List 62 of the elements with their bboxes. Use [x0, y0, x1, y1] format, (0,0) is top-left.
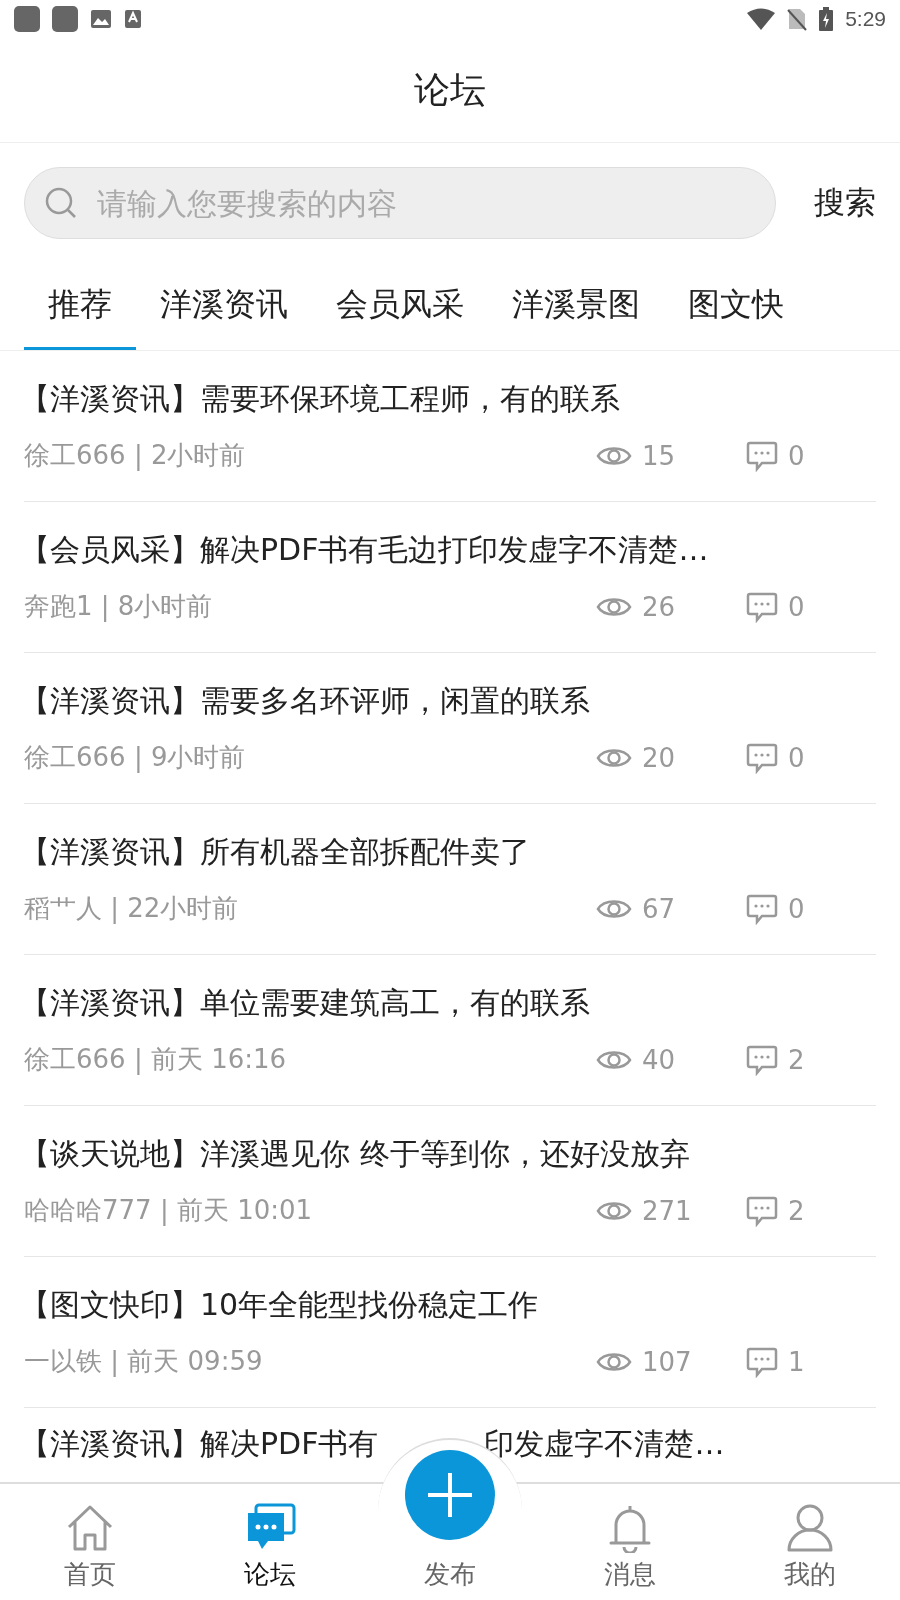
post-meta: 奔跑1 | 8小时前 [24, 590, 214, 624]
comment-count: 2 [788, 1044, 805, 1075]
post-title[interactable]: 【洋溪资讯】解决PDF书有 [20, 1424, 379, 1465]
search-icon [44, 186, 78, 220]
view-count: 107 [642, 1346, 692, 1377]
image-icon [90, 9, 112, 29]
post-title[interactable]: 【洋溪资讯】所有机器全部拆配件卖了 [20, 832, 876, 873]
category-tab[interactable]: 图文快 [664, 269, 808, 350]
nav-item[interactable]: 我的 [720, 1484, 900, 1600]
comment-icon [746, 590, 778, 623]
comment-icon [746, 1043, 778, 1076]
comment-icon [746, 741, 778, 774]
category-tab[interactable]: 洋溪景图 [488, 269, 664, 350]
post-meta: 徐工666 | 2小时前 [24, 439, 247, 473]
search-field[interactable]: 请输入您要搜索的内容 [24, 167, 776, 239]
view-count: 15 [642, 440, 676, 471]
category-tab[interactable]: 洋溪资讯 [136, 269, 312, 350]
nav-label[interactable]: 发布 [424, 1557, 476, 1592]
battery-icon [819, 7, 834, 31]
category-tab[interactable]: 会员风采 [312, 269, 488, 350]
category-tab[interactable]: 推荐 [24, 269, 136, 350]
bell-icon [607, 1503, 653, 1553]
comment-icon [746, 1194, 778, 1227]
clock-time: 5:29 [845, 7, 886, 31]
notification-icon [52, 6, 78, 32]
page-title: 论坛 [414, 67, 486, 112]
home-icon [65, 1503, 115, 1553]
person-icon [786, 1503, 834, 1553]
no-sim-icon [787, 7, 808, 31]
comment-icon [746, 439, 778, 472]
post-meta: 徐工666 | 前天 16:16 [24, 1043, 288, 1077]
plus-icon [426, 1471, 474, 1519]
view-count: 26 [642, 591, 676, 622]
nav-item[interactable]: 消息 [540, 1484, 720, 1600]
comment-count: 0 [788, 440, 805, 471]
nav-item[interactable]: 首页 [0, 1484, 180, 1600]
comment-count: 0 [788, 893, 805, 924]
view-count: 67 [642, 893, 676, 924]
post-meta: 哈哈哈777 | 前天 10:01 [24, 1194, 314, 1228]
post-meta: 一以铁 | 前天 09:59 [24, 1345, 264, 1379]
post-title[interactable]: 【会员风采】解决PDF书有毛边打印发虚字不清楚… [20, 530, 876, 571]
view-count: 271 [642, 1195, 692, 1226]
keyboard-icon [124, 9, 142, 29]
notification-icon [14, 6, 40, 32]
comment-count: 2 [788, 1195, 805, 1226]
post-meta: 徐工666 | 9小时前 [24, 741, 247, 775]
comment-count: 0 [788, 742, 805, 773]
comment-count: 0 [788, 591, 805, 622]
view-count: 40 [642, 1044, 676, 1075]
comment-icon [746, 892, 778, 925]
post-title[interactable]: 【洋溪资讯】需要多名环评师，闲置的联系 [20, 681, 876, 722]
post-title[interactable]: 【洋溪资讯】单位需要建筑高工，有的联系 [20, 983, 876, 1024]
search-button[interactable]: 搜索 [814, 182, 876, 224]
comment-icon [746, 1345, 778, 1378]
post-title[interactable]: 【图文快印】10年全能型找份稳定工作 [20, 1285, 876, 1326]
wifi-icon [747, 8, 776, 30]
post-title[interactable]: 【谈天说地】洋溪遇见你 终于等到你，还好没放弃 [20, 1134, 876, 1175]
comment-count: 1 [788, 1346, 805, 1377]
post-title[interactable]: 【洋溪资讯】需要环保环境工程师，有的联系 [20, 379, 876, 420]
post-meta: 稻艹人 | 22小时前 [24, 892, 240, 926]
nav-item[interactable]: 论坛 [180, 1484, 360, 1600]
view-count: 20 [642, 742, 676, 773]
